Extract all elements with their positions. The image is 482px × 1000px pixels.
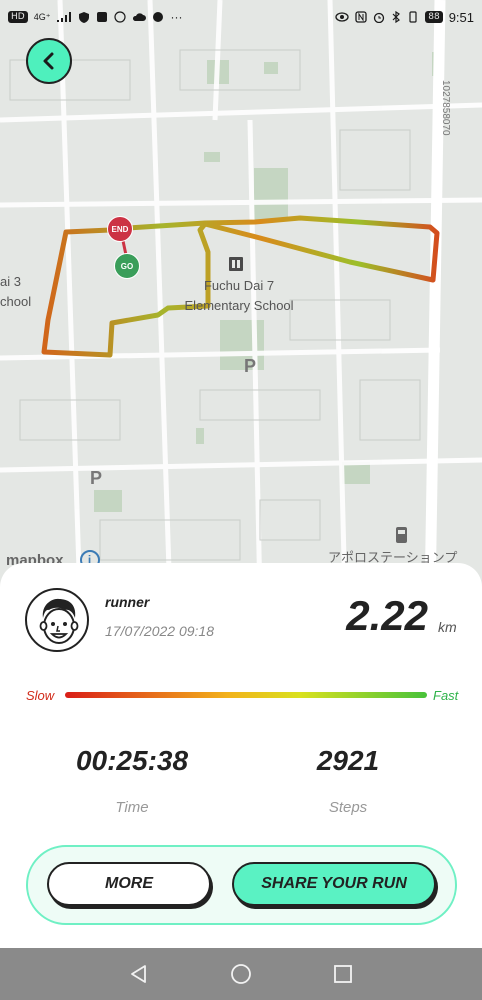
hd-badge: HD bbox=[8, 11, 28, 23]
map-view[interactable]: ai 3 chool Fuchu Dai 7 Elementary School… bbox=[0, 0, 482, 600]
back-button[interactable] bbox=[26, 38, 72, 84]
end-marker[interactable]: END bbox=[107, 216, 133, 242]
nfc-icon bbox=[355, 11, 367, 23]
action-button-group: MORE SHARE YOUR RUN bbox=[26, 845, 457, 925]
distance-unit: km bbox=[438, 619, 457, 635]
speed-fast-label: Fast bbox=[433, 688, 459, 703]
avatar[interactable] bbox=[25, 588, 89, 652]
run-date: 17/07/2022 09:18 bbox=[105, 623, 214, 639]
parking-label: P bbox=[244, 356, 257, 376]
clock-time: 9:51 bbox=[448, 9, 474, 25]
speed-slow-label: Slow bbox=[26, 688, 55, 703]
map-label-left: ai 3 chool bbox=[0, 272, 31, 312]
clock-icon bbox=[114, 11, 127, 23]
speed-gradient-bar bbox=[65, 692, 427, 698]
steps-label: Steps bbox=[328, 799, 368, 816]
system-nav-bar bbox=[0, 948, 482, 1000]
nav-back-button[interactable] bbox=[127, 962, 151, 986]
cloud-icon bbox=[133, 13, 147, 21]
parking-label: P bbox=[90, 468, 103, 488]
battery-indicator: 88 bbox=[425, 11, 443, 23]
status-bar: HD 4G⁺ ··· 88 9:51 bbox=[0, 0, 482, 34]
map-label-left-2: chool bbox=[0, 294, 32, 309]
share-run-button[interactable]: SHARE YOUR RUN bbox=[232, 862, 436, 906]
status-right: 88 9:51 bbox=[335, 10, 474, 25]
school-label-line-2: Elementary School bbox=[184, 298, 294, 313]
go-marker[interactable]: GO bbox=[114, 253, 140, 279]
app-icon bbox=[97, 12, 108, 22]
distance-value: 2.22 bbox=[346, 592, 428, 639]
circle-home-icon bbox=[231, 964, 251, 984]
steps-value: 2921 bbox=[316, 745, 380, 776]
square-recents-icon bbox=[334, 965, 352, 983]
runner-name: runner bbox=[105, 594, 150, 610]
time-value: 00:25:38 bbox=[75, 745, 189, 776]
alarm-icon bbox=[374, 12, 385, 23]
time-label: Time bbox=[115, 799, 149, 816]
coordinate-label: 1027858070 bbox=[440, 80, 451, 136]
signal-icon bbox=[57, 12, 72, 22]
bluetooth-icon bbox=[392, 11, 401, 23]
chevron-left-icon bbox=[43, 52, 54, 70]
more-button[interactable]: MORE bbox=[47, 862, 211, 906]
status-left: HD 4G⁺ ··· bbox=[8, 10, 182, 24]
school-label-line-1: Fuchu Dai 7 bbox=[203, 278, 275, 293]
network-type: 4G⁺ bbox=[33, 11, 51, 22]
school-label: Fuchu Dai 7 Elementary School bbox=[176, 276, 302, 316]
eye-icon bbox=[335, 12, 349, 22]
nav-home-button[interactable] bbox=[229, 962, 253, 986]
more-icon: ··· bbox=[170, 10, 183, 24]
nav-recents-button[interactable] bbox=[331, 962, 355, 986]
triangle-back-icon bbox=[131, 965, 146, 983]
vibrate-icon bbox=[409, 11, 417, 23]
chat-icon bbox=[153, 12, 164, 22]
shield-icon bbox=[79, 12, 90, 23]
map-label-left-1: ai 3 bbox=[0, 274, 21, 289]
